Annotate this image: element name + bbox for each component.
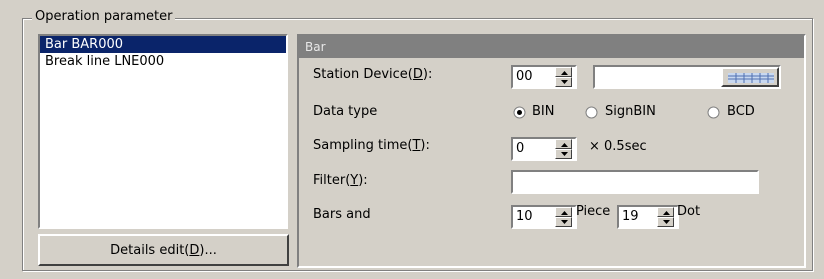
- station-device-label: Station Device(D):: [313, 67, 433, 82]
- radio-bin[interactable]: [513, 106, 526, 119]
- bars-dot-spinner[interactable]: [657, 207, 674, 227]
- bar-settings-panel: Bar Station Device(D): 00 Data type BIN: [297, 34, 806, 268]
- spin-down-button[interactable]: [555, 217, 572, 227]
- dialog-pane: Operation parameter Bar BAR000 Break lin…: [0, 0, 824, 279]
- spin-up-button[interactable]: [657, 207, 674, 217]
- piece-unit: Piece: [576, 204, 611, 219]
- radio-signbin-label[interactable]: SignBIN: [605, 104, 656, 120]
- spin-down-button[interactable]: [657, 217, 674, 227]
- filter-label: Filter(Y):: [313, 173, 368, 188]
- radio-signbin[interactable]: [585, 106, 598, 119]
- sampling-time-spinner[interactable]: [555, 139, 572, 159]
- spin-up-button[interactable]: [555, 67, 572, 77]
- bars-label: Bars and: [313, 207, 371, 222]
- filter-input[interactable]: [511, 170, 759, 194]
- device-browse-button[interactable]: [721, 67, 779, 87]
- list-item[interactable]: Bar BAR000: [40, 36, 286, 53]
- data-type-label: Data type: [313, 104, 378, 119]
- spin-down-button[interactable]: [555, 149, 572, 159]
- panel-header: Bar: [299, 36, 804, 58]
- sampling-time-value: 0: [516, 141, 525, 156]
- radio-bcd[interactable]: [707, 106, 720, 119]
- station-device-spinner[interactable]: [555, 67, 572, 87]
- sampling-time-unit: × 0.5sec: [589, 139, 647, 154]
- sampling-time-label: Sampling time(T):: [313, 138, 430, 153]
- bars-piece-value: 10: [516, 209, 533, 224]
- spin-down-button[interactable]: [555, 77, 572, 87]
- grid-icon: [728, 73, 774, 83]
- radio-bin-label[interactable]: BIN: [532, 104, 554, 120]
- list-item[interactable]: Break line LNE000: [40, 53, 286, 70]
- bars-piece-spinner[interactable]: [555, 207, 572, 227]
- group-title: Operation parameter: [32, 8, 176, 26]
- details-edit-label: Details edit(D)...: [110, 242, 217, 258]
- bars-dot-value: 19: [622, 209, 639, 224]
- radio-bcd-label[interactable]: BCD: [727, 104, 755, 120]
- parts-listbox[interactable]: Bar BAR000 Break line LNE000: [38, 34, 288, 229]
- station-device-value: 00: [516, 69, 533, 84]
- dot-unit: Dot: [677, 204, 701, 219]
- spin-up-button[interactable]: [555, 207, 572, 217]
- spin-up-button[interactable]: [555, 139, 572, 149]
- details-edit-button[interactable]: Details edit(D)...: [38, 234, 289, 266]
